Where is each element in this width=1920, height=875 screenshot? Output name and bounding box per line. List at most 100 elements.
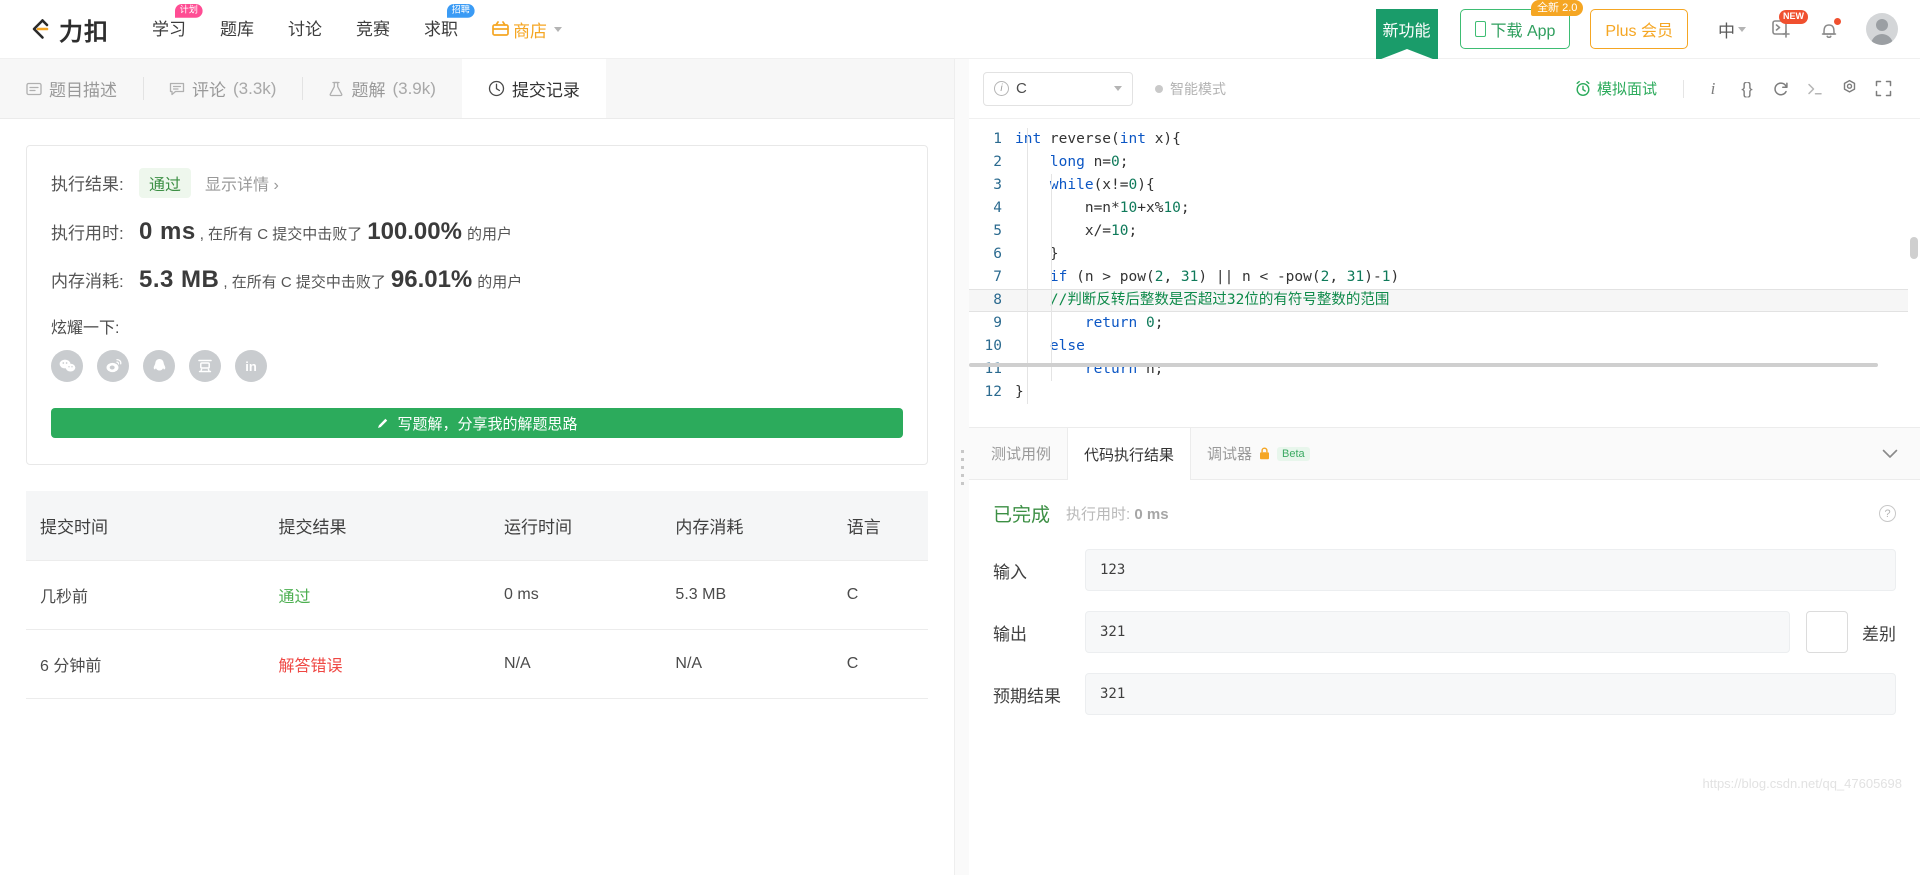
- submissions-pane: 执行结果: 通过 显示详情 › 执行用时: 0 ms , 在所有 C 提交中击败…: [0, 119, 954, 875]
- output-field: 321: [1085, 611, 1790, 653]
- code-line[interactable]: 10 else: [969, 335, 1908, 358]
- write-solution-button[interactable]: 写题解，分享我的解题思路: [51, 408, 903, 438]
- console-icon[interactable]: [1798, 72, 1832, 106]
- code-text: long n=0;: [1049, 154, 1129, 170]
- memory-desc-post: 的用户: [477, 274, 523, 291]
- nav-badge-study: 计划: [175, 3, 203, 18]
- diff-toggle[interactable]: [1806, 611, 1848, 653]
- nav-item-study[interactable]: 学习 计划: [135, 0, 203, 59]
- comment-icon: [169, 81, 185, 97]
- nav-item-problems[interactable]: 题库: [203, 0, 271, 59]
- code-horizontal-scrollbar[interactable]: [969, 363, 1906, 367]
- tab-comments-count: (3.3k): [233, 78, 277, 98]
- code-text: }: [1015, 384, 1024, 400]
- info-circle-icon: i: [994, 81, 1009, 96]
- code-line[interactable]: 9 return 0;: [969, 312, 1908, 335]
- nav-item-jobs[interactable]: 求职 招聘: [407, 0, 475, 59]
- code-line[interactable]: 4 n=n*10+x%10;: [969, 197, 1908, 220]
- wechat-icon[interactable]: [51, 350, 83, 382]
- tab-solutions[interactable]: 题解 (3.9k): [302, 59, 461, 118]
- linkedin-icon[interactable]: in: [235, 350, 267, 382]
- table-row[interactable]: 6 分钟前 解答错误 N/A N/A C: [26, 629, 928, 699]
- plus-member-button[interactable]: Plus 会员: [1590, 9, 1688, 49]
- smart-mode-toggle[interactable]: 智能模式: [1155, 79, 1226, 99]
- notifications-button[interactable]: [1820, 17, 1841, 40]
- code-vertical-scrollbar[interactable]: [1908, 119, 1920, 427]
- cell-memory: N/A: [675, 629, 847, 699]
- console-tabs: 测试用例 代码执行结果 调试器 Beta: [969, 428, 1920, 480]
- code-line[interactable]: 6 }: [969, 243, 1908, 266]
- output-row: 输出 321 差别: [993, 611, 1896, 653]
- code-line[interactable]: 7 if (n > pow(2, 31) || n < -pow(2, 31)-…: [969, 266, 1908, 289]
- code-line[interactable]: 12}: [969, 381, 1908, 404]
- chevron-down-icon: [1738, 26, 1746, 32]
- tab-comments[interactable]: 评论 (3.3k): [143, 59, 302, 118]
- console-body: 已完成 执行用时: 0 ms ? 输入 123 输出 321 差别 预期结果 3…: [969, 480, 1920, 875]
- code-line[interactable]: 2 long n=0;: [969, 151, 1908, 174]
- smart-mode-label: 智能模式: [1170, 80, 1226, 97]
- code-content[interactable]: 1 int reverse(int x){2 long n=0; 3 while(x…: [969, 119, 1908, 427]
- runtime-desc-post: 的用户: [466, 226, 512, 243]
- douban-icon[interactable]: [189, 350, 221, 382]
- cell-result[interactable]: 解答错误: [279, 658, 343, 675]
- code-line[interactable]: 11 return n;: [969, 358, 1908, 381]
- nav-item-contest[interactable]: 竞赛: [339, 0, 407, 59]
- mock-interview-button[interactable]: 模拟面试: [1575, 78, 1657, 99]
- page-body: 题目描述 评论 (3.3k) 题解 (3.9k) 提交记录 执行结果: 通过 显…: [0, 59, 1920, 875]
- help-icon[interactable]: ?: [1879, 505, 1896, 522]
- table-row[interactable]: 几秒前 通过 0 ms 5.3 MB C: [26, 560, 928, 630]
- expected-row: 预期结果 321: [993, 673, 1896, 715]
- tab-description[interactable]: 题目描述: [0, 59, 143, 118]
- language-select[interactable]: i C: [983, 71, 1133, 106]
- code-line[interactable]: 8 //判断反转后整数是否超过32位的有符号整数的范围: [969, 289, 1908, 312]
- line-number: 9: [993, 315, 1002, 331]
- tab-submissions[interactable]: 提交记录: [461, 59, 606, 118]
- cell-result[interactable]: 通过: [279, 589, 311, 606]
- reset-icon[interactable]: [1764, 72, 1798, 106]
- code-line[interactable]: 5 x/=10;: [969, 220, 1908, 243]
- console-tab-debugger-label: 调试器: [1207, 446, 1253, 463]
- cell-memory: 5.3 MB: [675, 560, 847, 630]
- code-line[interactable]: 1 int reverse(int x){: [969, 128, 1908, 151]
- line-number: 10: [984, 338, 1002, 354]
- code-line[interactable]: 3 while(x!=0){: [969, 174, 1908, 197]
- new-feature-ribbon[interactable]: 新功能: [1375, 9, 1438, 61]
- line-number: 2: [993, 154, 1002, 170]
- cell-time: 6 分钟前: [26, 629, 279, 699]
- nav-badge-jobs: 招聘: [447, 3, 475, 18]
- cell-runtime: N/A: [504, 629, 676, 699]
- line-number: 1: [993, 131, 1002, 147]
- braces-icon[interactable]: {}: [1730, 72, 1764, 106]
- tab-solutions-label: 题解: [351, 81, 386, 100]
- console-tab-result[interactable]: 代码执行结果: [1067, 428, 1192, 480]
- col-memory: 内存消耗: [675, 491, 847, 561]
- nav-item-discuss[interactable]: 讨论: [271, 0, 339, 59]
- logo[interactable]: 力扣: [26, 12, 109, 47]
- col-result: 提交结果: [278, 491, 505, 561]
- nav-item-store[interactable]: 商店: [475, 17, 579, 42]
- language-switcher[interactable]: 中: [1718, 17, 1746, 42]
- console-collapse-button[interactable]: [1860, 428, 1920, 479]
- show-details-link[interactable]: 显示详情 ›: [205, 171, 279, 195]
- console-runtime-value: 0 ms: [1134, 506, 1169, 523]
- fullscreen-icon[interactable]: [1866, 72, 1900, 106]
- avatar[interactable]: [1866, 13, 1898, 45]
- col-runtime: 运行时间: [504, 491, 676, 561]
- playground-button[interactable]: NEW: [1772, 10, 1808, 39]
- console-tab-debugger[interactable]: 调试器 Beta: [1191, 428, 1326, 479]
- settings-icon[interactable]: [1832, 72, 1866, 106]
- code-editor[interactable]: 1 int reverse(int x){2 long n=0; 3 while(x…: [969, 119, 1920, 427]
- result-card: 执行结果: 通过 显示详情 › 执行用时: 0 ms , 在所有 C 提交中击败…: [26, 145, 928, 465]
- console-tab-testcase[interactable]: 测试用例: [969, 428, 1067, 479]
- input-field[interactable]: 123: [1085, 549, 1896, 591]
- pane-splitter[interactable]: [955, 59, 969, 875]
- col-language: 语言: [846, 491, 928, 561]
- code-text: x/=10;: [1015, 223, 1138, 239]
- download-app-button[interactable]: 下载 App 全新 2.0: [1459, 0, 1584, 49]
- code-text: //判断反转后整数是否超过32位的有符号整数的范围: [1049, 292, 1390, 308]
- code-text: if (n > pow(2, 31) || n < -pow(2, 31)-1): [1049, 269, 1400, 285]
- weibo-icon[interactable]: [97, 350, 129, 382]
- info-icon[interactable]: i: [1696, 72, 1730, 106]
- toolbar-divider: [1683, 79, 1684, 98]
- qq-icon[interactable]: [143, 350, 175, 382]
